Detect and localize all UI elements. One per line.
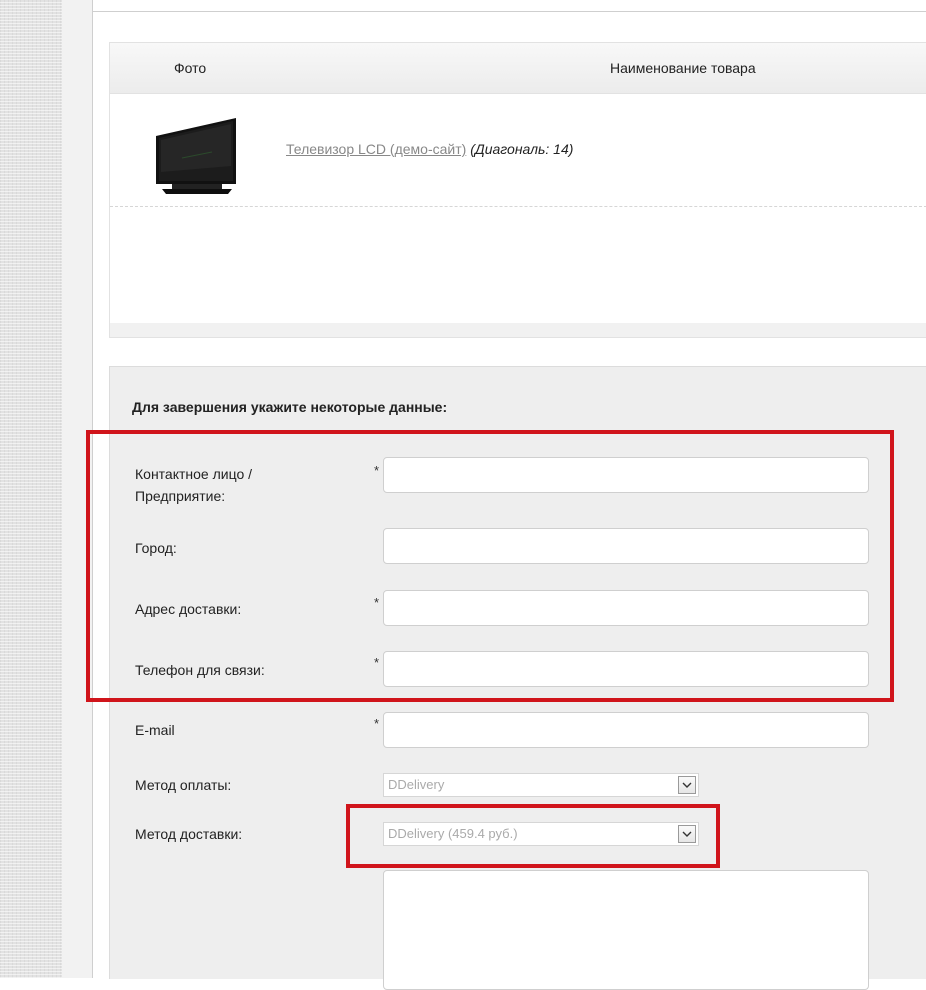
- required-asterisk: *: [374, 655, 380, 670]
- product-properties: (Диагональ: 14): [470, 141, 574, 157]
- city-label: Город:: [135, 540, 177, 556]
- product-info: Телевизор LCD (демо-сайт) (Диагональ: 14…: [286, 141, 573, 157]
- email-input[interactable]: [383, 712, 869, 748]
- tv-icon[interactable]: [152, 106, 242, 196]
- column-header-photo: Фото: [174, 60, 207, 76]
- chevron-down-icon[interactable]: [678, 776, 696, 794]
- cart-table-footer: [110, 323, 926, 337]
- delivery-method-value: DDelivery (459.4 руб.): [388, 826, 518, 841]
- chevron-down-icon[interactable]: [678, 825, 696, 843]
- cart-table-header: Фото Наименование товара: [110, 43, 926, 94]
- table-row: Телевизор LCD (демо-сайт) (Диагональ: 14…: [110, 94, 926, 207]
- cart-table: Фото Наименование товара Телевизор LCD (…: [109, 42, 926, 338]
- contact-label: Контактное лицо / Предприятие:: [135, 466, 253, 504]
- side-strip: [62, 0, 93, 978]
- email-label: E-mail: [135, 722, 175, 738]
- phone-input[interactable]: [383, 651, 869, 687]
- phone-label: Телефон для связи:: [135, 662, 265, 678]
- payment-method-value: DDelivery: [388, 777, 445, 792]
- comment-textarea[interactable]: [383, 870, 869, 990]
- city-input[interactable]: [383, 528, 869, 564]
- address-label: Адрес доставки:: [135, 601, 242, 617]
- payment-method-select[interactable]: DDelivery: [383, 773, 699, 797]
- required-asterisk: *: [374, 595, 380, 610]
- address-input[interactable]: [383, 590, 869, 626]
- column-header-name: Наименование товара: [610, 60, 756, 76]
- required-asterisk: *: [374, 463, 380, 478]
- delivery-method-label: Метод доставки:: [135, 826, 243, 842]
- order-form: Для завершения укажите некоторые данные:…: [109, 366, 926, 990]
- contact-input[interactable]: [383, 457, 869, 493]
- side-pattern-background: [0, 0, 62, 978]
- top-divider: [93, 11, 926, 12]
- form-title: Для завершения укажите некоторые данные:: [132, 399, 448, 415]
- payment-method-label: Метод оплаты:: [135, 777, 232, 793]
- main-content: Фото Наименование товара Телевизор LCD (…: [93, 0, 926, 990]
- required-asterisk: *: [374, 716, 380, 731]
- product-link[interactable]: Телевизор LCD (демо-сайт): [286, 141, 466, 157]
- delivery-method-select[interactable]: DDelivery (459.4 руб.): [383, 822, 699, 846]
